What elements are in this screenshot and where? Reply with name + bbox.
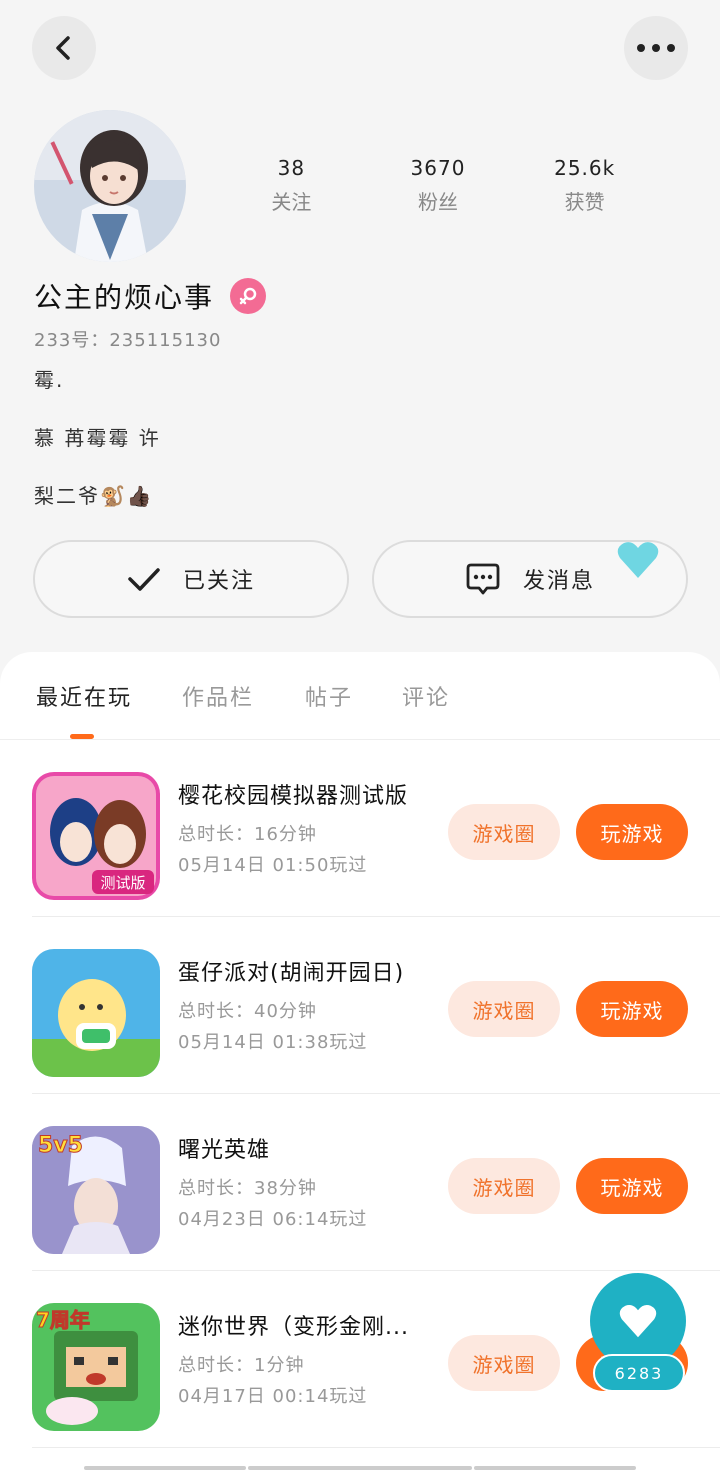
game-row[interactable]: 蛋仔派对(胡闹开园日) 总时长：40分钟 05月14日 01:38玩过 游戏圈 …	[32, 917, 720, 1094]
tab-posts[interactable]: 帖子	[305, 680, 353, 712]
svg-text:测试版: 测试版	[100, 874, 145, 892]
game-circle-button[interactable]: 游戏圈	[448, 981, 560, 1037]
game-name: 蛋仔派对(胡闹开园日)	[178, 961, 405, 986]
stat-value: 25.6k	[554, 156, 616, 180]
like-count-badge: 6283	[593, 1354, 685, 1392]
play-game-button[interactable]: 玩游戏	[576, 1158, 688, 1214]
check-icon	[128, 568, 160, 591]
svg-text:7周年: 7周年	[36, 1308, 90, 1332]
game-duration: 总时长：1分钟	[178, 1355, 305, 1376]
stat-value: 3670	[410, 156, 466, 180]
tab-indicator	[70, 734, 94, 739]
scrollbar-segment	[248, 1466, 472, 1470]
message-label: 发消息	[522, 569, 595, 594]
followed-button[interactable]: 已关注	[33, 540, 349, 618]
bio-line: 慕 苒霉霉 许	[34, 426, 161, 450]
chat-bubble-icon	[466, 563, 500, 595]
bio-line: 梨二爷🐒👍🏿	[34, 484, 154, 508]
game-icon[interactable]	[32, 949, 160, 1077]
heart-icon	[619, 1304, 657, 1338]
game-row[interactable]: 5v5 曙光英雄 总时长：38分钟 04月23日 06:14玩过 游戏圈 玩游戏	[32, 1094, 720, 1271]
game-circle-button[interactable]: 游戏圈	[448, 1335, 560, 1391]
play-game-button[interactable]: 玩游戏	[576, 981, 688, 1037]
back-button[interactable]	[32, 16, 96, 80]
top-bar	[0, 0, 720, 100]
scrollbar-segment	[474, 1466, 636, 1470]
tab-recent[interactable]: 最近在玩	[36, 680, 132, 712]
game-last-played: 04月17日 00:14玩过	[178, 1386, 368, 1407]
game-icon[interactable]: 7周年	[32, 1303, 160, 1431]
scrollbar-segment	[84, 1466, 246, 1470]
followed-label: 已关注	[182, 569, 255, 594]
profile-name: 公主的烦心事	[34, 281, 215, 314]
game-name: 曙光英雄	[178, 1138, 271, 1163]
game-last-played: 05月14日 01:50玩过	[178, 855, 368, 876]
chevron-left-icon	[56, 36, 70, 60]
tab-bar: 最近在玩 作品栏 帖子 评论	[0, 652, 720, 740]
more-dots-icon	[637, 44, 675, 52]
game-circle-button[interactable]: 游戏圈	[448, 1158, 560, 1214]
game-duration: 总时长：38分钟	[178, 1178, 317, 1199]
game-name: 迷你世界（变形金刚...	[178, 1315, 409, 1340]
play-game-button[interactable]: 玩游戏	[576, 804, 688, 860]
message-button[interactable]: 发消息	[372, 540, 688, 618]
game-icon[interactable]: 测试版	[32, 772, 160, 900]
stat-following[interactable]: 38 关注	[218, 156, 365, 215]
game-duration: 总时长：16分钟	[178, 824, 317, 845]
more-button[interactable]	[624, 16, 688, 80]
game-last-played: 04月23日 06:14玩过	[178, 1209, 368, 1230]
stat-label: 获赞	[564, 190, 605, 214]
game-row[interactable]: 测试版 樱花校园模拟器测试版 总时长：16分钟 05月14日 01:50玩过 游…	[32, 740, 720, 917]
stat-label: 粉丝	[418, 190, 458, 214]
avatar[interactable]	[34, 110, 186, 262]
tab-comments[interactable]: 评论	[402, 680, 450, 712]
stat-value: 38	[277, 156, 306, 180]
game-duration: 总时长：40分钟	[178, 1001, 317, 1022]
user-id: 233号：235115130	[34, 330, 222, 351]
name-row: 公主的烦心事	[34, 276, 267, 316]
female-icon	[230, 278, 267, 314]
svg-text:5v5: 5v5	[38, 1133, 83, 1158]
game-last-played: 05月14日 01:38玩过	[178, 1032, 368, 1053]
stat-label: 关注	[271, 190, 312, 214]
game-icon[interactable]: 5v5	[32, 1126, 160, 1254]
heart-icon	[617, 542, 659, 578]
profile-stats: 38 关注 3670 粉丝 25.6k 获赞	[218, 156, 658, 215]
tab-works[interactable]: 作品栏	[182, 680, 254, 712]
game-circle-button[interactable]: 游戏圈	[448, 804, 560, 860]
bio-line: 霉.	[34, 368, 65, 392]
game-name: 樱花校园模拟器测试版	[178, 784, 409, 809]
stat-likes[interactable]: 25.6k 获赞	[511, 156, 658, 215]
stat-fans[interactable]: 3670 粉丝	[365, 156, 512, 215]
